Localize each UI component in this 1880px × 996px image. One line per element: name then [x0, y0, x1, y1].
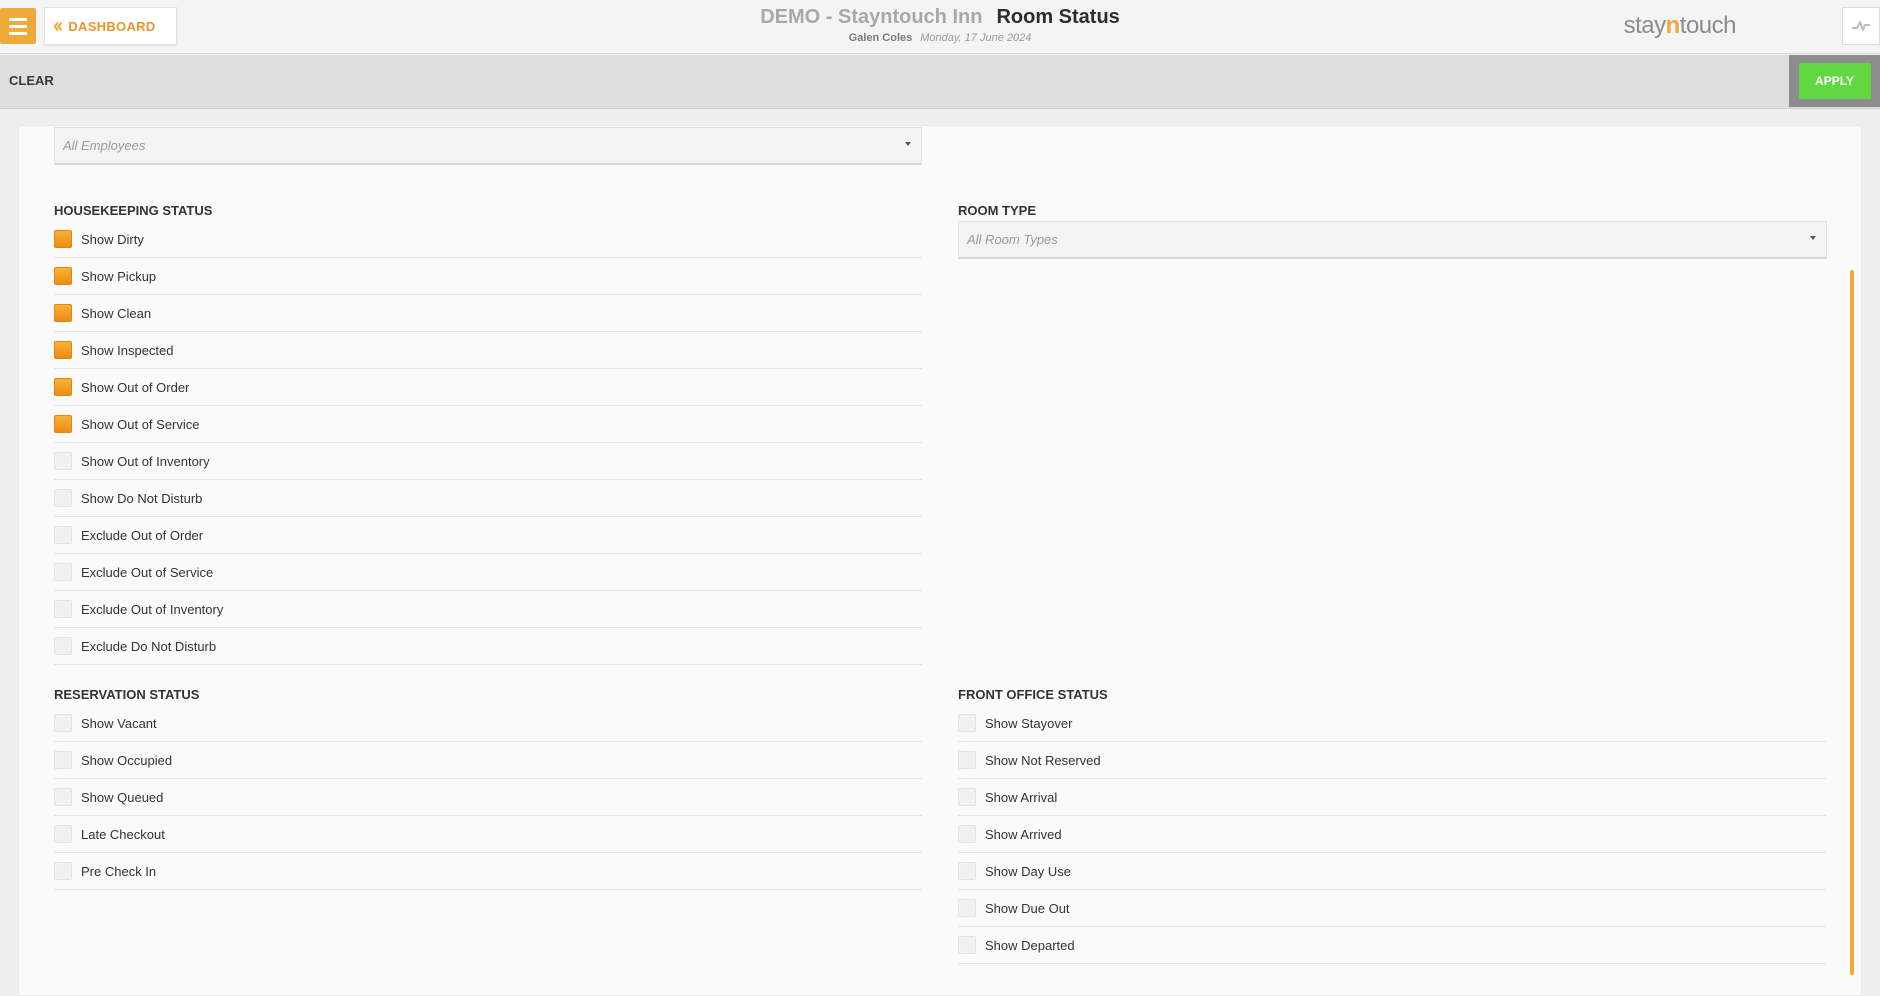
room-type-title: ROOM TYPE: [958, 203, 1037, 218]
checkbox-unchecked[interactable]: [958, 714, 976, 732]
checkbox-unchecked[interactable]: [54, 526, 72, 544]
dropdown-caret-icon: [1810, 236, 1816, 240]
housekeeping-checkbox-label: Exclude Out of Service: [81, 564, 214, 580]
housekeeping-status-title: HOUSEKEEPING STATUS: [54, 203, 213, 218]
housekeeping-checkbox-row[interactable]: Exclude Do Not Disturb: [54, 628, 922, 665]
user-name: Galen Coles: [848, 32, 913, 44]
checkbox-unchecked[interactable]: [54, 637, 72, 655]
housekeeping-checkbox-row[interactable]: Show Pickup: [54, 258, 922, 295]
checkbox-unchecked[interactable]: [958, 936, 976, 954]
brand-logo-accent: n: [1665, 12, 1681, 39]
checkbox-checked[interactable]: [54, 304, 72, 322]
front-office-checkbox-row[interactable]: Show Day Use: [958, 853, 1826, 890]
brand-logo: stayntouch: [1623, 12, 1737, 40]
front-office-checkbox-row[interactable]: Show Stayover: [958, 705, 1826, 742]
hotel-name: DEMO - Stayntouch Inn: [760, 6, 983, 28]
front-office-checkbox-row[interactable]: Show Arrival: [958, 779, 1826, 816]
housekeeping-checkbox-row[interactable]: Exclude Out of Order: [54, 517, 922, 554]
reservation-checkbox-row[interactable]: Pre Check In: [54, 853, 922, 890]
front-office-checkbox-label: Show Due Out: [985, 900, 1070, 916]
housekeeping-checkbox-row[interactable]: Show Out of Service: [54, 406, 922, 443]
front-office-checkbox-row[interactable]: Show Arrived: [958, 816, 1826, 853]
housekeeping-checkbox-label: Exclude Out of Inventory: [81, 601, 224, 617]
reservation-checkbox-row[interactable]: Show Queued: [54, 779, 922, 816]
housekeeping-checkbox-label: Show Inspected: [81, 342, 174, 358]
activity-pulse-icon: [1852, 21, 1870, 31]
housekeeping-checkbox-row[interactable]: Show Out of Inventory: [54, 443, 922, 480]
checkbox-checked[interactable]: [54, 378, 72, 396]
page-title: Room Status: [996, 6, 1120, 28]
front-office-checkbox-label: Show Arrival: [985, 789, 1058, 805]
housekeeping-checkbox-row[interactable]: Show Dirty: [54, 221, 922, 258]
employee-select-value: All Employees: [63, 138, 146, 153]
reservation-checkbox-row[interactable]: Late Checkout: [54, 816, 922, 853]
housekeeping-checkbox-label: Exclude Out of Order: [81, 527, 204, 543]
reservation-checkbox-label: Show Queued: [81, 789, 164, 805]
housekeeping-checkbox-row[interactable]: Exclude Out of Inventory: [54, 591, 922, 628]
apply-button-container: APPLY: [1789, 55, 1880, 107]
checkbox-unchecked[interactable]: [958, 899, 976, 917]
front-office-checkbox-label: Show Stayover: [985, 715, 1073, 731]
page-title-block: DEMO - Stayntouch Inn Room Status Galen C…: [0, 6, 1880, 44]
housekeeping-checkbox-row[interactable]: Show Inspected: [54, 332, 922, 369]
housekeeping-checkbox-label: Show Dirty: [81, 231, 144, 247]
checkbox-checked[interactable]: [54, 267, 72, 285]
reservation-checkbox-label: Late Checkout: [81, 826, 165, 842]
housekeeping-checkbox-label: Show Out of Inventory: [81, 453, 210, 469]
front-office-checkbox-label: Show Not Reserved: [985, 752, 1101, 768]
reservation-checkbox-row[interactable]: Show Occupied: [54, 742, 922, 779]
checkbox-checked[interactable]: [54, 415, 72, 433]
business-date: Monday, 17 June 2024: [920, 32, 1032, 44]
front-office-checkbox-label: Show Departed: [985, 937, 1075, 953]
housekeeping-checkbox-row[interactable]: Show Do Not Disturb: [54, 480, 922, 517]
housekeeping-checkbox-label: Exclude Do Not Disturb: [81, 638, 217, 654]
checkbox-unchecked[interactable]: [958, 788, 976, 806]
brand-logo-text: touch: [1679, 12, 1737, 39]
front-office-checkbox-row[interactable]: Show Due Out: [958, 890, 1826, 927]
front-office-checkbox-label: Show Day Use: [985, 863, 1071, 879]
reservation-status-title: RESERVATION STATUS: [54, 687, 200, 702]
dropdown-caret-icon: [905, 142, 911, 146]
housekeeping-checkbox-row[interactable]: Show Out of Order: [54, 369, 922, 406]
checkbox-unchecked[interactable]: [958, 825, 976, 843]
checkbox-unchecked[interactable]: [54, 862, 72, 880]
reservation-checkbox-label: Pre Check In: [81, 863, 157, 879]
front-office-checkbox-label: Show Arrived: [985, 826, 1062, 842]
activity-button[interactable]: [1842, 7, 1880, 45]
room-type-select-value: All Room Types: [967, 232, 1058, 247]
reservation-checkbox-label: Show Vacant: [81, 715, 157, 731]
reservation-checkbox-label: Show Occupied: [81, 752, 173, 768]
checkbox-unchecked[interactable]: [958, 862, 976, 880]
brand-logo-text: stay: [1623, 12, 1667, 39]
checkbox-unchecked[interactable]: [958, 751, 976, 769]
checkbox-unchecked[interactable]: [54, 452, 72, 470]
housekeeping-checkbox-row[interactable]: Exclude Out of Service: [54, 554, 922, 591]
checkbox-unchecked[interactable]: [54, 714, 72, 732]
checkbox-checked[interactable]: [54, 341, 72, 359]
room-type-select[interactable]: All Room Types: [958, 221, 1827, 259]
panel-scrollbar[interactable]: [1850, 270, 1854, 975]
housekeeping-checkbox-row[interactable]: Show Clean: [54, 295, 922, 332]
housekeeping-checkbox-label: Show Out of Service: [81, 416, 200, 432]
apply-button[interactable]: APPLY: [1798, 63, 1871, 99]
housekeeping-checkbox-label: Show Do Not Disturb: [81, 490, 203, 506]
front-office-checkbox-row[interactable]: Show Departed: [958, 927, 1826, 964]
housekeeping-checkbox-label: Show Out of Order: [81, 379, 190, 395]
checkbox-unchecked[interactable]: [54, 600, 72, 618]
clear-button[interactable]: CLEAR: [9, 73, 54, 88]
front-office-checkbox-row[interactable]: Show Not Reserved: [958, 742, 1826, 779]
housekeeping-checkbox-label: Show Pickup: [81, 268, 157, 284]
top-header: ‹‹ DASHBOARD DEMO - Stayntouch Inn Room S…: [0, 0, 1880, 54]
checkbox-unchecked[interactable]: [54, 825, 72, 843]
filter-toolbar: CLEAR APPLY: [0, 55, 1880, 109]
checkbox-unchecked[interactable]: [54, 751, 72, 769]
checkbox-unchecked[interactable]: [54, 788, 72, 806]
employee-select[interactable]: All Employees: [54, 127, 922, 165]
checkbox-unchecked[interactable]: [54, 489, 72, 507]
checkbox-checked[interactable]: [54, 230, 72, 248]
housekeeping-checkbox-label: Show Clean: [81, 305, 152, 321]
front-office-status-title: FRONT OFFICE STATUS: [958, 687, 1108, 702]
checkbox-unchecked[interactable]: [54, 563, 72, 581]
reservation-checkbox-row[interactable]: Show Vacant: [54, 705, 922, 742]
